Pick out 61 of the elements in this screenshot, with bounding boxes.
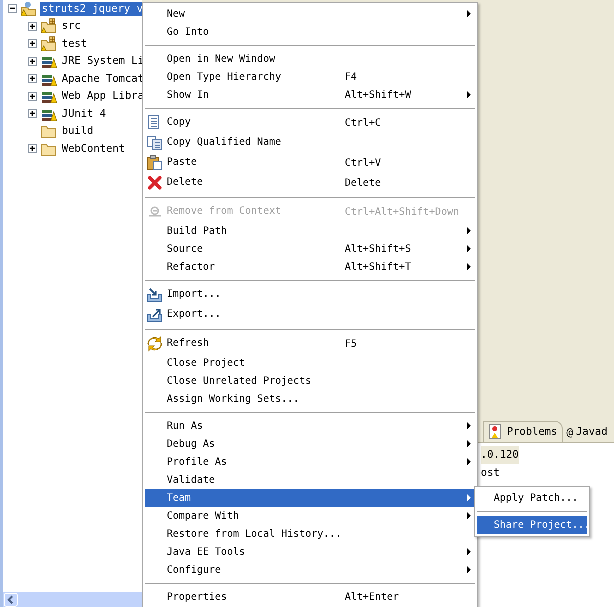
tree-item[interactable]: src	[60, 19, 83, 34]
menu-item[interactable]: Compare With	[145, 507, 475, 525]
package-folder-icon	[41, 36, 57, 52]
import-icon	[147, 287, 163, 303]
tree-item[interactable]: JUnit 4	[60, 106, 108, 121]
menu-item[interactable]: Assign Working Sets...	[145, 390, 475, 408]
expand-icon[interactable]	[28, 56, 37, 66]
menu-item[interactable]: Import...	[145, 285, 475, 305]
expand-icon[interactable]	[28, 22, 37, 31]
problems-icon	[488, 424, 504, 440]
menu-item[interactable]: Configure	[145, 561, 475, 579]
console-line: ost	[481, 466, 500, 481]
menu-item[interactable]: Team	[145, 489, 475, 507]
menu-item[interactable]: Java EE Tools	[145, 543, 475, 561]
menu-item[interactable]: Export...	[145, 305, 475, 325]
expand-icon[interactable]	[28, 109, 37, 118]
menu-item[interactable]: Paste Ctrl+V	[145, 153, 475, 173]
panel-tab[interactable]: @ Javad	[562, 422, 612, 442]
tree-item[interactable]: build	[60, 124, 96, 138]
menu-item[interactable]: Profile As	[145, 453, 475, 471]
tree-item[interactable]: JRE System Li	[60, 54, 146, 68]
menu-item[interactable]: New	[145, 5, 475, 23]
remove-icon	[147, 204, 163, 220]
expand-icon[interactable]	[28, 144, 37, 154]
menu-item[interactable]: Apply Patch...	[477, 489, 587, 507]
menu-item[interactable]: Properties Alt+Enter	[145, 588, 475, 606]
expand-icon[interactable]	[28, 74, 37, 84]
expand-icon[interactable]	[28, 39, 37, 48]
menu-item[interactable]: Copy Qualified Name	[145, 133, 475, 153]
menu-item[interactable]: Close Project	[145, 354, 475, 372]
menu-item[interactable]: Build Path	[145, 222, 475, 240]
export-icon	[147, 307, 163, 323]
menu-item[interactable]: Refresh F5	[145, 334, 475, 354]
horizontal-scrollbar[interactable]	[3, 592, 142, 607]
tree-item[interactable]: test	[60, 36, 90, 51]
clipboard-icon	[147, 155, 163, 171]
scroll-left-icon[interactable]	[4, 592, 18, 606]
tree-item[interactable]: WebContent	[60, 142, 128, 156]
menu-item[interactable]: Run As	[145, 417, 475, 435]
menu-item[interactable]: Delete Delete	[145, 173, 475, 193]
project-folder-icon	[21, 0, 37, 17]
menu-item[interactable]: Source Alt+Shift+S	[145, 240, 475, 258]
expand-icon[interactable]	[28, 92, 37, 101]
refresh-icon	[147, 336, 163, 352]
menu-item[interactable]: Restore from Local History...	[145, 525, 475, 543]
menu-item[interactable]: Go Into	[145, 23, 475, 41]
menu-item[interactable]: Open Type Hierarchy F4	[145, 68, 475, 86]
menu-item[interactable]: Close Unrelated Projects	[145, 372, 475, 390]
package-folder-icon	[41, 18, 57, 34]
menu-item[interactable]: Copy Ctrl+C	[145, 113, 475, 133]
menu-item[interactable]: Refactor Alt+Shift+T	[145, 258, 475, 276]
menu-item[interactable]: Open in New Window	[145, 50, 475, 68]
panel-tab[interactable]: Problems	[483, 421, 563, 442]
menu-item[interactable]: Show In Alt+Shift+W	[145, 86, 475, 104]
delete-icon	[147, 175, 163, 191]
documents-icon	[147, 135, 163, 151]
collapse-icon[interactable]	[8, 4, 17, 14]
tree-item[interactable]: Apache Tomcat	[60, 72, 146, 86]
menu-item[interactable]: Debug As	[145, 435, 475, 453]
menu-item[interactable]: Share Project...	[477, 516, 587, 534]
menu-item[interactable]: Validate	[145, 471, 475, 489]
